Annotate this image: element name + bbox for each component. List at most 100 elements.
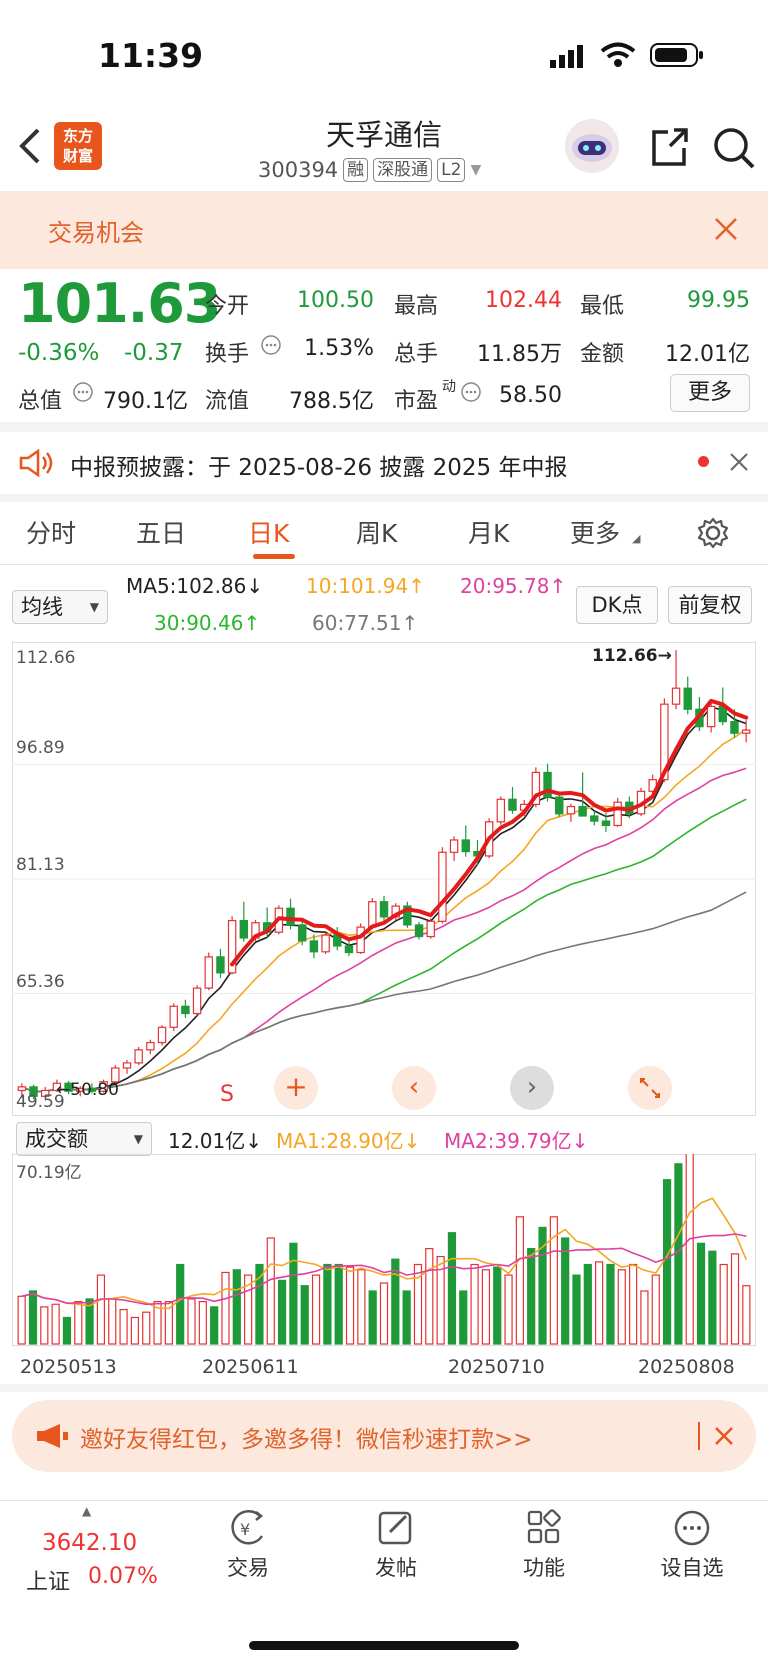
tab-divider (0, 564, 768, 565)
gear-icon[interactable] (696, 516, 730, 550)
candle-body (134, 1049, 143, 1064)
more-dots-icon (642, 1508, 742, 1548)
volume-bar (459, 1290, 468, 1345)
mktcap-label: 总值 (18, 389, 63, 414)
volume-bar (628, 1263, 638, 1345)
float-label: 流值 (205, 389, 250, 414)
close-icon[interactable] (714, 217, 738, 241)
volume-bar (447, 1232, 457, 1345)
nav-watchlist[interactable]: 设自选 (642, 1508, 742, 1582)
robot-avatar-icon[interactable] (562, 118, 622, 174)
close-icon[interactable] (729, 452, 749, 472)
tab-intraday[interactable]: 分时 (26, 514, 76, 550)
volume-bar (685, 1154, 694, 1345)
volume-bar (311, 1274, 321, 1345)
volume-bar (345, 1266, 355, 1345)
caret-up-icon: ▲ (82, 1504, 92, 1518)
fullscreen-icon[interactable] (628, 1066, 672, 1110)
adjust-button[interactable]: 前复权 (668, 586, 752, 624)
low-price-value: 50.80 (70, 1080, 119, 1100)
ma-select[interactable]: 均线 ▼ (12, 590, 108, 624)
ma-select-label: 均线 (21, 595, 63, 619)
index-change: 0.07% (88, 1564, 158, 1589)
y-tick-0: 112.66 (16, 648, 76, 668)
close-icon[interactable] (714, 1426, 734, 1446)
volume-bar (51, 1303, 60, 1345)
nav-functions-label: 功能 (523, 1556, 565, 1580)
ma30-value: 30:90.46↑ (154, 611, 261, 635)
candle-body (496, 798, 506, 823)
volume-bar (368, 1290, 377, 1345)
info-icon[interactable] (260, 334, 282, 356)
status-time: 11:39 (98, 36, 204, 75)
dropdown-arrow-icon: ▼ (133, 1132, 143, 1146)
volume-bar (379, 1282, 389, 1345)
volume-bar (674, 1163, 683, 1345)
volume-bar (425, 1248, 434, 1345)
candle-body (379, 901, 389, 918)
tab-five-day[interactable]: 五日 (136, 514, 186, 550)
candle-body (438, 851, 447, 922)
prev-button[interactable]: ‹ (392, 1066, 436, 1110)
volume-bar (119, 1308, 128, 1345)
ma20-value: 20:95.78↑ (460, 574, 567, 598)
candle-body (368, 901, 377, 928)
candle-body (239, 919, 249, 939)
next-button[interactable]: › (510, 1066, 554, 1110)
volume-chart[interactable] (12, 1154, 756, 1346)
volume-bar (719, 1263, 728, 1345)
mktcap-value: 790.1亿 (103, 389, 188, 414)
tab-weekly-k[interactable]: 周K (356, 514, 397, 550)
share-icon[interactable] (648, 126, 690, 168)
tab-monthly-k[interactable]: 月K (468, 514, 509, 550)
dk-point-button[interactable]: DK点 (576, 586, 658, 624)
stock-code: 300394 (258, 158, 339, 182)
amount-value: 12.01亿 (665, 342, 750, 367)
candle-body (181, 1005, 190, 1015)
volume-bar (142, 1311, 151, 1345)
trade-opportunity-banner[interactable]: 交易机会 (0, 191, 768, 269)
volume-current: 12.01亿↓ (168, 1129, 263, 1153)
amount-label: 金额 (580, 342, 625, 367)
change-percent: -0.36% (18, 340, 100, 366)
pe-value: 58.50 (499, 383, 562, 408)
volume-bar (187, 1298, 196, 1345)
battery-icon (650, 42, 704, 68)
stock-code-row: 300394 融 深股通 L2 ▼ (258, 158, 481, 182)
nav-trade[interactable]: ¥ 交易 (198, 1508, 298, 1582)
tag-margin: 融 (343, 158, 369, 182)
candle-body (356, 926, 365, 954)
chevron-down-icon[interactable]: ▼ (470, 162, 481, 178)
low-price-marker: ←50.80 (56, 1080, 119, 1100)
volume-bar (572, 1274, 581, 1345)
report-notice[interactable]: 中报预披露：于 2025-08-26 披露 2025 年中报 (70, 448, 567, 482)
nav-post[interactable]: 发帖 (346, 1508, 446, 1582)
more-button[interactable]: 更多 (670, 374, 750, 412)
zoom-in-button[interactable]: + (274, 1066, 318, 1110)
search-icon[interactable] (712, 126, 756, 170)
high-label: 最高 (394, 294, 439, 319)
draw-s-button[interactable]: S (220, 1082, 234, 1107)
volume-indicator-select[interactable]: 成交额 ▼ (16, 1122, 152, 1156)
tab-more[interactable]: 更多 (570, 514, 620, 550)
change-amount: -0.37 (124, 340, 184, 366)
kline-chart[interactable] (12, 642, 756, 1116)
tag-l2: L2 (437, 158, 466, 182)
candle-body (555, 796, 564, 815)
info-icon[interactable] (460, 381, 482, 403)
ma5-value: MA5:102.86↓ (126, 574, 264, 598)
turnover-label: 换手 (205, 342, 250, 367)
section-divider (0, 494, 768, 502)
volume-bar (28, 1290, 38, 1345)
volume-bar (515, 1216, 524, 1345)
info-icon[interactable] (72, 381, 94, 403)
invite-banner[interactable]: 邀好友得红包，多邀多得！微信秒速打款>> (12, 1400, 756, 1472)
volume-bar (62, 1316, 72, 1345)
tab-daily-k[interactable]: 日K (248, 514, 289, 550)
volume-bar (651, 1274, 660, 1345)
volume-bar (266, 1237, 275, 1345)
volume-bar (527, 1248, 536, 1345)
nav-functions[interactable]: 功能 (494, 1508, 594, 1582)
pe-label: 市盈 (394, 389, 439, 414)
home-indicator (249, 1641, 519, 1650)
